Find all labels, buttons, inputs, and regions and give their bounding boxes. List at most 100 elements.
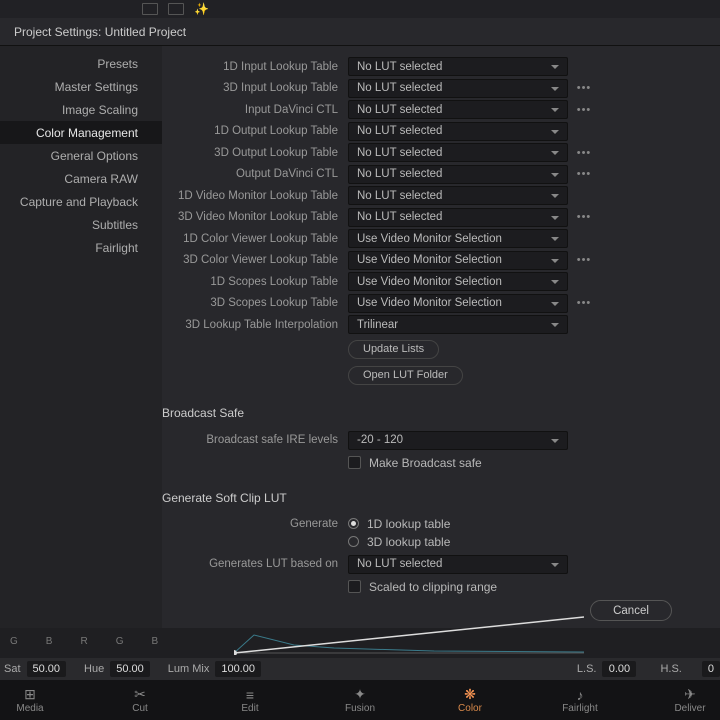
open-lut-folder-button[interactable]: Open LUT Folder <box>348 366 463 385</box>
sidebar-item-subtitles[interactable]: Subtitles <box>0 213 162 236</box>
scope-letters: GBRGB <box>0 636 220 652</box>
ire-levels-label: Broadcast safe IRE levels <box>162 434 348 446</box>
hs-value[interactable]: 0 <box>702 661 720 677</box>
lut-row: Input DaVinci CTLNo LUT selected ••• <box>162 99 720 120</box>
lut-label: 1D Output Lookup Table <box>162 125 348 137</box>
scope-letter: B <box>151 636 158 652</box>
lut-label: Input DaVinci CTL <box>162 104 348 116</box>
dialog-body: PresetsMaster SettingsImage ScalingColor… <box>0 46 720 628</box>
basedon-dropdown[interactable]: No LUT selected <box>348 555 568 574</box>
parameter-strip: Sat 50.00 Hue 50.00 Lum Mix 100.00 L.S. … <box>0 658 720 680</box>
options-icon[interactable]: ••• <box>574 82 594 94</box>
nav-fairlight[interactable]: ♪Fairlight <box>550 680 610 720</box>
lut-row: 1D Output Lookup TableNo LUT selected <box>162 121 720 142</box>
scaled-clipping-label: Scaled to clipping range <box>369 580 497 594</box>
scope-letter: B <box>46 636 53 652</box>
hue-value[interactable]: 50.00 <box>110 661 150 677</box>
cut-icon: ✂ <box>134 687 146 703</box>
lut-dropdown[interactable]: Trilinear <box>348 315 568 334</box>
broadcast-safe-heading: Broadcast Safe <box>162 406 720 420</box>
sidebar-item-master-settings[interactable]: Master Settings <box>0 75 162 98</box>
sidebar-item-color-management[interactable]: Color Management <box>0 121 162 144</box>
make-broadcast-safe-checkbox[interactable] <box>348 456 361 469</box>
lut-row: 3D Output Lookup TableNo LUT selected••• <box>162 142 720 163</box>
cancel-button[interactable]: Cancel <box>590 600 672 621</box>
nav-label: Deliver <box>674 703 705 714</box>
options-icon[interactable]: ••• <box>574 104 594 116</box>
lut-dropdown[interactable]: Use Video Monitor Selection <box>348 294 568 313</box>
nav-label: Media <box>16 703 43 714</box>
lut-row: 3D Lookup Table InterpolationTrilinear <box>162 314 720 335</box>
lut-row: 3D Input Lookup TableNo LUT selected••• <box>162 78 720 99</box>
lut-label: 3D Scopes Lookup Table <box>162 297 348 309</box>
wand-icon[interactable]: ✨ <box>194 2 209 16</box>
options-icon[interactable]: ••• <box>574 147 594 159</box>
sat-value[interactable]: 50.00 <box>27 661 67 677</box>
scope-letter: G <box>116 636 124 652</box>
lut-row: 1D Input Lookup TableNo LUT selected <box>162 56 720 77</box>
nav-cut[interactable]: ✂Cut <box>110 680 170 720</box>
generate-1d-radio[interactable] <box>348 518 359 529</box>
ire-levels-dropdown[interactable]: -20 - 120 <box>348 431 568 450</box>
sidebar-item-capture-and-playback[interactable]: Capture and Playback <box>0 190 162 213</box>
options-icon[interactable]: ••• <box>574 168 594 180</box>
nav-label: Fairlight <box>562 703 598 714</box>
generate-3d-label: 3D lookup table <box>367 535 450 549</box>
edit-icon: ≡ <box>246 687 254 703</box>
ls-value[interactable]: 0.00 <box>602 661 636 677</box>
nav-edit[interactable]: ≡Edit <box>220 680 280 720</box>
sidebar-item-fairlight[interactable]: Fairlight <box>0 236 162 259</box>
color-icon: ❋ <box>464 687 476 703</box>
options-icon[interactable]: ••• <box>574 254 594 266</box>
scope-letter: G <box>10 636 18 652</box>
lut-dropdown[interactable]: No LUT selected <box>348 100 568 119</box>
nav-media[interactable]: ⊞Media <box>0 680 60 720</box>
lut-row: 3D Video Monitor Lookup TableNo LUT sele… <box>162 207 720 228</box>
lut-row: Output DaVinci CTLNo LUT selected••• <box>162 164 720 185</box>
lummix-value[interactable]: 100.00 <box>215 661 261 677</box>
options-icon[interactable]: ••• <box>574 211 594 223</box>
make-broadcast-safe-label: Make Broadcast safe <box>369 456 482 470</box>
view-icon-2[interactable] <box>168 3 184 15</box>
basedon-label: Generates LUT based on <box>162 558 348 570</box>
fusion-icon: ✦ <box>354 687 366 703</box>
lut-label: 1D Video Monitor Lookup Table <box>162 190 348 202</box>
lut-row: 1D Color Viewer Lookup TableUse Video Mo… <box>162 228 720 249</box>
ls-label: L.S. <box>577 663 597 675</box>
generate-3d-radio[interactable] <box>348 536 359 547</box>
app-toolbar: ✨ <box>0 0 720 18</box>
sidebar-item-camera-raw[interactable]: Camera RAW <box>0 167 162 190</box>
hue-label: Hue <box>84 663 104 675</box>
view-icon-1[interactable] <box>142 3 158 15</box>
lut-row: 3D Color Viewer Lookup TableUse Video Mo… <box>162 250 720 271</box>
lut-label: 1D Scopes Lookup Table <box>162 276 348 288</box>
nav-deliver[interactable]: ✈Deliver <box>660 680 720 720</box>
scaled-clipping-checkbox[interactable] <box>348 580 361 593</box>
lut-row: 1D Video Monitor Lookup TableNo LUT sele… <box>162 185 720 206</box>
curve-display <box>234 615 584 655</box>
nav-color[interactable]: ❋Color <box>440 680 500 720</box>
nav-fusion[interactable]: ✦Fusion <box>330 680 390 720</box>
lut-label: 3D Lookup Table Interpolation <box>162 319 348 331</box>
update-lists-button[interactable]: Update Lists <box>348 340 439 359</box>
lut-dropdown[interactable]: No LUT selected <box>348 143 568 162</box>
lut-label: 1D Color Viewer Lookup Table <box>162 233 348 245</box>
lut-dropdown[interactable]: No LUT selected <box>348 186 568 205</box>
lut-dropdown[interactable]: No LUT selected <box>348 122 568 141</box>
options-icon[interactable]: ••• <box>574 297 594 309</box>
lut-dropdown[interactable]: Use Video Monitor Selection <box>348 251 568 270</box>
lut-label: 1D Input Lookup Table <box>162 61 348 73</box>
hs-label: H.S. <box>660 663 681 675</box>
lut-dropdown[interactable]: No LUT selected <box>348 79 568 98</box>
lut-dropdown[interactable]: Use Video Monitor Selection <box>348 272 568 291</box>
lut-dropdown[interactable]: Use Video Monitor Selection <box>348 229 568 248</box>
lut-dropdown[interactable]: No LUT selected <box>348 57 568 76</box>
sidebar-item-presets[interactable]: Presets <box>0 52 162 75</box>
lut-dropdown[interactable]: No LUT selected <box>348 208 568 227</box>
lut-dropdown[interactable]: No LUT selected <box>348 165 568 184</box>
deliver-icon: ✈ <box>684 687 696 703</box>
generate-1d-label: 1D lookup table <box>367 517 450 531</box>
sidebar-item-image-scaling[interactable]: Image Scaling <box>0 98 162 121</box>
lut-row: 3D Scopes Lookup TableUse Video Monitor … <box>162 293 720 314</box>
sidebar-item-general-options[interactable]: General Options <box>0 144 162 167</box>
